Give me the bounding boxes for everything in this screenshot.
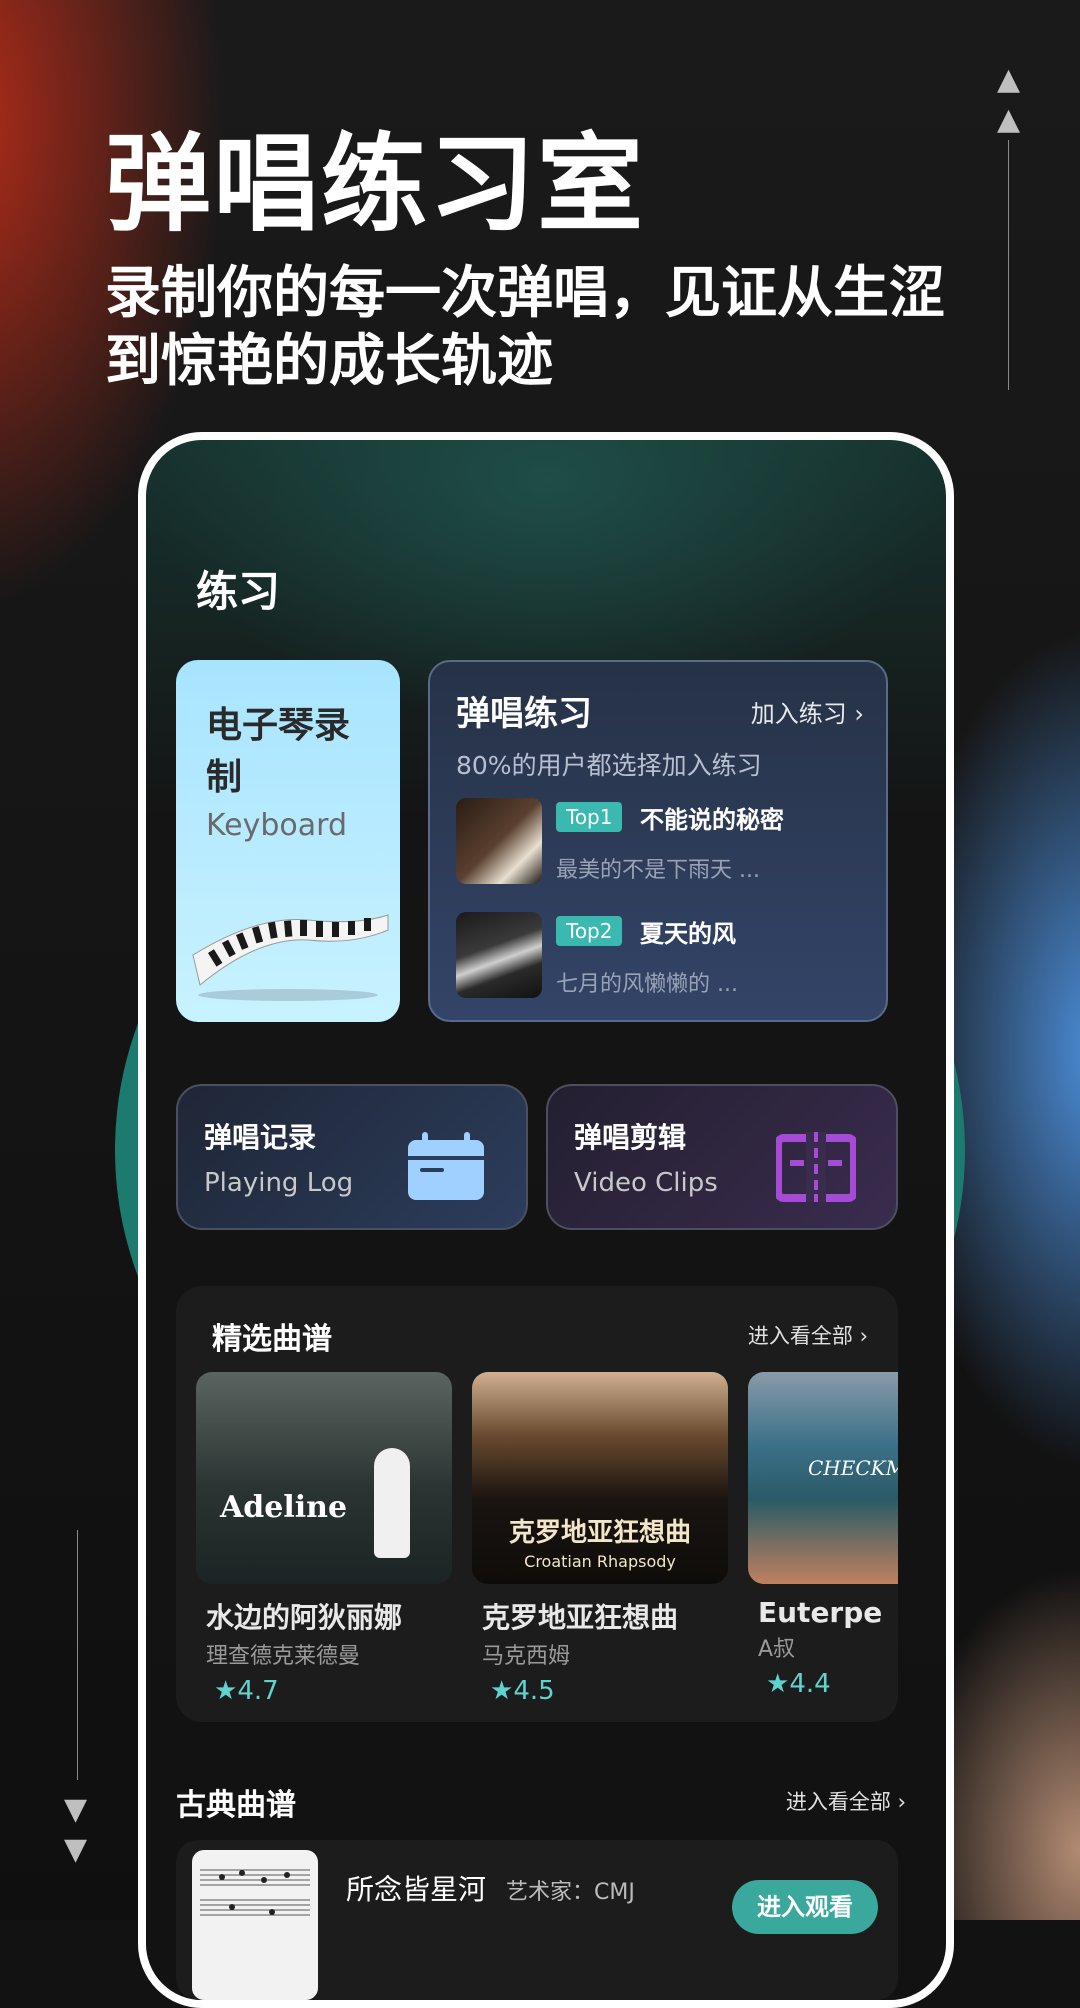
log-card-subtitle: Playing Log <box>204 1168 354 1198</box>
divider-line <box>1008 140 1009 390</box>
song-desc: 最美的不是下雨天 ... <box>556 858 760 883</box>
score-name: 克罗地亚狂想曲 <box>482 1601 679 1634</box>
video-clips-card[interactable]: 弹唱剪辑 Video Clips <box>546 1084 898 1230</box>
more-label: 进入看全部 <box>785 1790 891 1814</box>
rank-badge: Top2 <box>556 916 623 946</box>
log-card-title: 弹唱记录 <box>204 1121 317 1154</box>
clips-card-subtitle: Video Clips <box>574 1168 718 1198</box>
star-icon: ★ <box>766 1669 790 1699</box>
sing-practice-card[interactable]: 弹唱练习 加入练习 › 80%的用户都选择加入练习 Top1 不能说的秘密 最美… <box>428 660 888 1022</box>
video-cut-icon <box>776 1132 856 1202</box>
sing-card-title: 弹唱练习 <box>456 694 592 734</box>
triangle-down-icon: ▼ <box>64 1832 88 1867</box>
score-artist: 理查德克莱德曼 <box>206 1644 361 1669</box>
keyboard-record-card[interactable]: 电子琴录制 Keyboard <box>176 660 400 1022</box>
promo-title: 弹唱练习室 <box>105 123 645 246</box>
calendar-icon <box>408 1132 484 1200</box>
song-thumbnail <box>456 798 542 884</box>
score-rating: ★4.4 <box>748 1669 898 1699</box>
list-item[interactable]: Top1 不能说的秘密 最美的不是下雨天 ... <box>456 798 876 886</box>
keyboard-card-subtitle: Keyboard <box>206 808 348 843</box>
figure-silhouette <box>374 1448 410 1558</box>
song-name: 夏天的风 <box>640 920 736 948</box>
more-label: 进入看全部 <box>747 1324 853 1348</box>
classic-more-link[interactable]: 进入看全部 › <box>786 1786 906 1816</box>
join-practice-link[interactable]: 加入练习 › <box>751 694 864 729</box>
score-name: 水边的阿狄丽娜 <box>206 1601 403 1634</box>
sing-card-subtitle: 80%的用户都选择加入练习 <box>456 751 762 780</box>
rating-value: 4.4 <box>789 1669 831 1699</box>
scroll-up-indicator: ▲ ▲ <box>997 60 1021 390</box>
promo-subtitle: 录制你的每一次弹唱，见证从生涩到惊艳的成长轨迹 <box>105 261 945 394</box>
score-cover: Adeline <box>196 1372 452 1584</box>
triangle-down-icon: ▼ <box>64 1792 88 1827</box>
playing-log-card[interactable]: 弹唱记录 Playing Log <box>176 1084 528 1230</box>
promo-headline: 弹唱练习室 录制你的每一次弹唱，见证从生涩到惊艳的成长轨迹 <box>105 120 965 396</box>
list-item[interactable]: 所念皆星河 艺术家：CMJ 进入观看 <box>176 1840 898 2000</box>
featured-more-link[interactable]: 进入看全部 › <box>748 1320 868 1350</box>
score-cover: 克罗地亚狂想曲 Croatian Rhapsody <box>472 1372 728 1584</box>
score-card[interactable]: 克罗地亚狂想曲 Croatian Rhapsody 克罗地亚狂想曲 马克西姆 ★… <box>472 1372 728 1706</box>
divider-line <box>77 1530 78 1780</box>
clips-card-title: 弹唱剪辑 <box>574 1121 687 1154</box>
score-cover: CHECKM <box>748 1372 898 1584</box>
score-rating: ★4.5 <box>472 1676 728 1706</box>
section-title: 练习 <box>196 567 281 616</box>
triangle-up-icon: ▲ <box>997 62 1021 97</box>
cover-title: CHECKM <box>808 1456 898 1480</box>
keyboard-card-title: 电子琴录制 <box>206 705 351 798</box>
triangle-up-icon: ▲ <box>997 102 1021 137</box>
phone-mockup: 练习 电子琴录制 Keyboard 弹唱练习 加入练习 › 80%的用户都选择加… <box>138 432 954 2008</box>
song-desc: 七月的风懒懒的 ... <box>556 972 738 997</box>
score-name: Euterpe <box>758 1596 883 1629</box>
featured-scores-panel: 精选曲谱 进入看全部 › Adeline 水边的阿狄丽娜 理查德克莱德曼 ★4.… <box>176 1286 898 1722</box>
cover-title: 克罗地亚狂想曲 <box>508 1518 691 1548</box>
sheet-music-icon <box>200 1869 310 1916</box>
song-name: 不能说的秘密 <box>640 806 784 834</box>
cover-subtitle: Croatian Rhapsody <box>524 1552 676 1571</box>
rank-badge: Top1 <box>556 802 623 832</box>
cover-title: Adeline <box>220 1490 348 1525</box>
rating-value: 4.7 <box>237 1676 279 1706</box>
scroll-down-indicator: ▼ ▼ <box>64 1530 88 1870</box>
piano-keys-icon <box>192 914 389 1001</box>
score-rating: ★4.7 <box>196 1676 452 1706</box>
rating-value: 4.5 <box>513 1676 555 1706</box>
score-card[interactable]: CHECKM Euterpe A叔 ★4.4 <box>748 1372 898 1699</box>
chevron-right-icon: › <box>897 1790 906 1814</box>
classic-title: 古典曲谱 <box>176 1788 296 1823</box>
watch-button[interactable]: 进入观看 <box>732 1880 878 1934</box>
join-practice-label: 加入练习 <box>750 700 847 728</box>
chevron-right-icon: › <box>859 1324 868 1348</box>
star-icon: ★ <box>214 1676 238 1706</box>
sheet-music-thumbnail <box>192 1850 318 2000</box>
score-artist: A叔 <box>758 1637 796 1662</box>
list-item[interactable]: Top2 夏天的风 七月的风懒懒的 ... <box>456 912 876 1000</box>
classic-name: 所念皆星河 <box>346 1873 487 1906</box>
score-artist: 马克西姆 <box>482 1644 571 1669</box>
song-thumbnail <box>456 912 542 998</box>
chevron-right-icon: › <box>854 700 864 728</box>
star-icon: ★ <box>490 1676 514 1706</box>
score-card[interactable]: Adeline 水边的阿狄丽娜 理查德克莱德曼 ★4.7 <box>196 1372 452 1706</box>
classic-artist: 艺术家：CMJ <box>506 1880 635 1905</box>
featured-title: 精选曲谱 <box>212 1322 332 1357</box>
